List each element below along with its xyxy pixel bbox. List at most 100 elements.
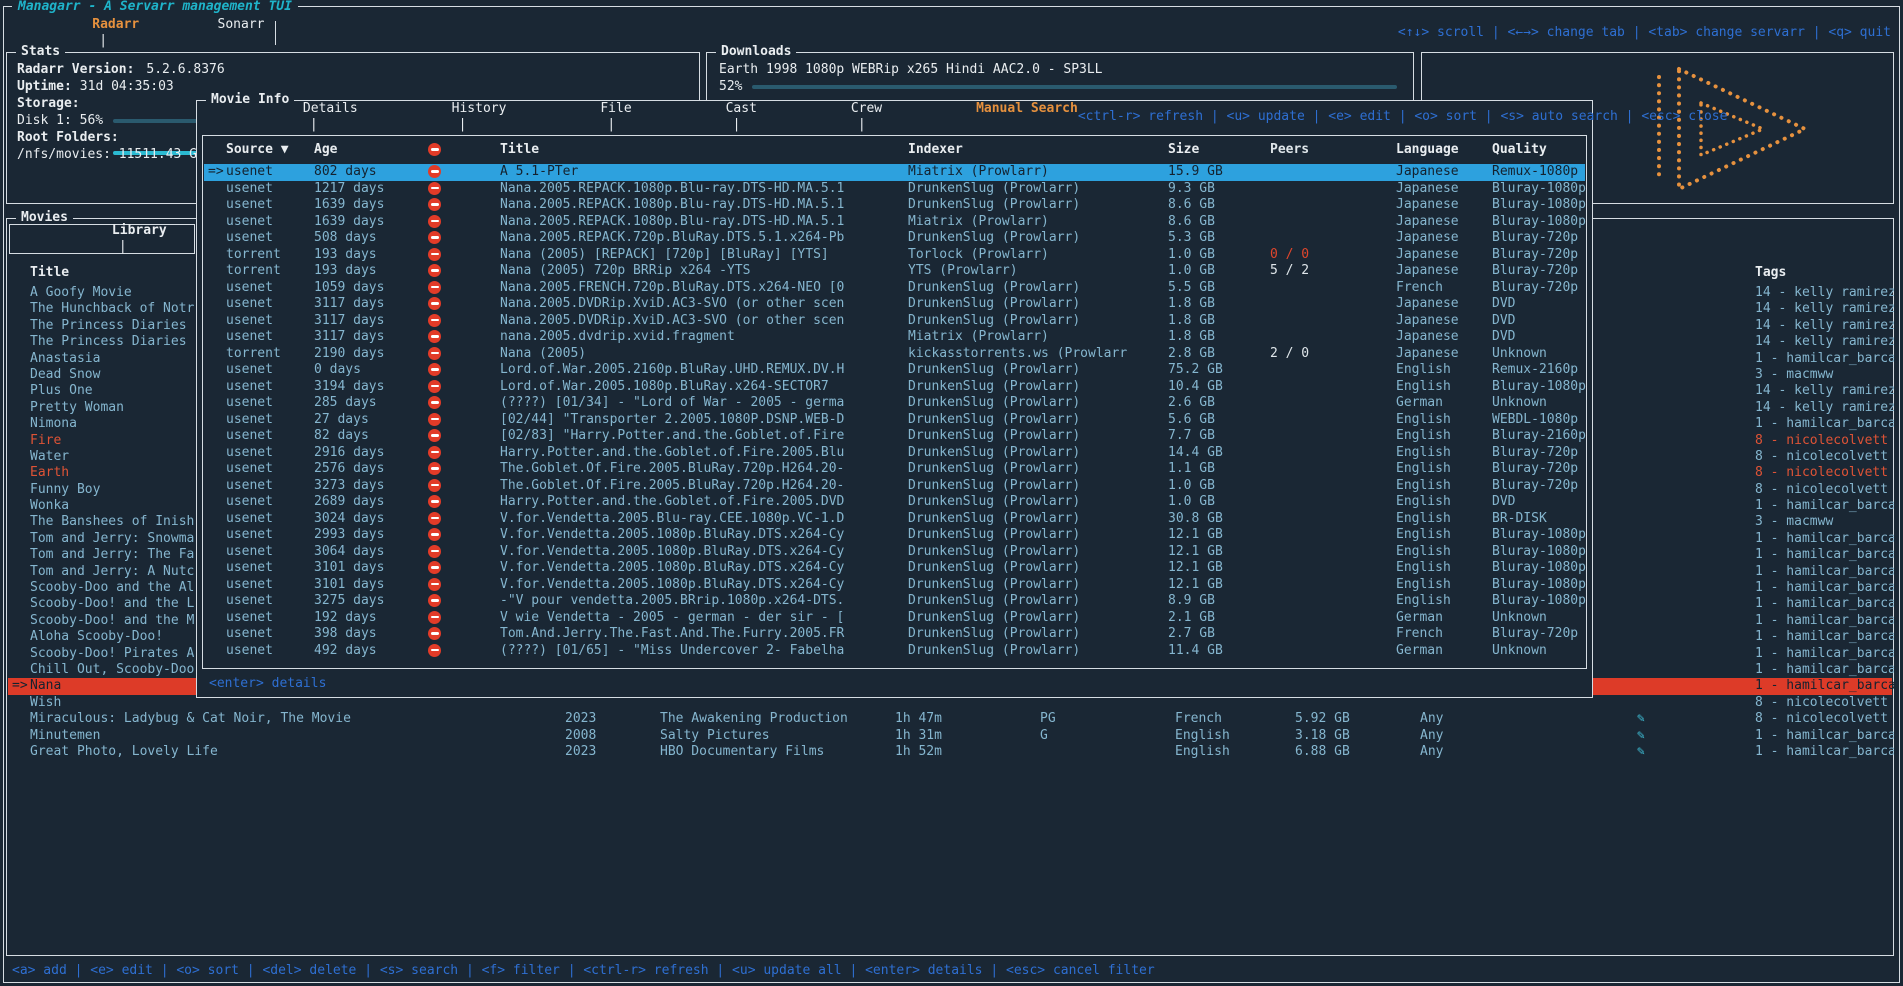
release-row[interactable]: torrent 193 days Nana (2005) 720p BRRip … (204, 263, 1585, 280)
release-language: Japanese (1396, 296, 1459, 312)
release-row[interactable]: usenet 1639 days Nana.2005.REPACK.1080p.… (204, 214, 1585, 231)
movie-tag: 1 - hamilcar_barca (1755, 646, 1894, 662)
release-row[interactable]: usenet 3275 days -"V pour vendetta.2005.… (204, 593, 1585, 610)
release-row[interactable]: torrent 2190 days Nana (2005) kickasstor… (204, 346, 1585, 363)
release-age: 2190 days (314, 346, 384, 362)
release-row[interactable]: usenet 3117 days Nana.2005.DVDRip.XviD.A… (204, 296, 1585, 313)
release-row[interactable]: usenet 3117 days nana.2005.dvdrip.xvid.f… (204, 329, 1585, 346)
column-header-rejected (428, 142, 441, 160)
release-row[interactable]: usenet 2916 days Harry.Potter.and.the.Go… (204, 445, 1585, 462)
reject-icon (428, 297, 441, 310)
column-header-size[interactable]: Size (1168, 142, 1199, 158)
release-age: 193 days (314, 263, 377, 279)
release-age: 82 days (314, 428, 369, 444)
column-header-source[interactable]: Source ▼ (226, 142, 289, 158)
release-indexer: DrunkenSlug (Prowlarr) (908, 527, 1164, 543)
release-rejected (428, 280, 441, 298)
release-age: 1059 days (314, 280, 384, 296)
column-header-language[interactable]: Language (1396, 142, 1459, 158)
release-size: 5.3 GB (1168, 230, 1215, 246)
column-header-age[interactable]: Age (314, 142, 337, 158)
release-indexer: Miatrix (Prowlarr) (908, 329, 1164, 345)
release-rejected (428, 197, 441, 215)
release-row[interactable]: usenet 1639 days Nana.2005.REPACK.1080p.… (204, 197, 1585, 214)
release-row[interactable]: => usenet 802 days A 5.1-PTer Miatrix (P… (204, 164, 1585, 181)
reject-icon (428, 330, 441, 343)
column-header-peers[interactable]: Peers (1270, 142, 1309, 158)
release-title: V.for.Vendetta.2005.1080p.BluRay.DTS.x26… (500, 560, 904, 576)
manual-search-header: Source ▼ Age Title Indexer Size Peers La… (204, 142, 1585, 162)
release-title: Nana.2005.REPACK.1080p.Blu-ray.DTS-HD.MA… (500, 214, 904, 230)
release-age: 3101 days (314, 560, 384, 576)
selection-marker: => (12, 678, 28, 694)
release-title: V.for.Vendetta.2005.1080p.BluRay.DTS.x26… (500, 527, 904, 543)
release-row[interactable]: usenet 398 days Tom.And.Jerry.The.Fast.A… (204, 626, 1585, 643)
release-source: usenet (226, 214, 273, 230)
release-language: English (1396, 577, 1451, 593)
release-row[interactable]: usenet 2576 days The.Goblet.Of.Fire.2005… (204, 461, 1585, 478)
release-age: 3064 days (314, 544, 384, 560)
release-language: English (1396, 362, 1451, 378)
release-row[interactable]: usenet 3194 days Lord.of.War.2005.1080p.… (204, 379, 1585, 396)
release-row[interactable]: usenet 27 days [02/44] "Transporter 2.20… (204, 412, 1585, 429)
release-row[interactable]: usenet 2993 days V.for.Vendetta.2005.108… (204, 527, 1585, 544)
release-size: 30.8 GB (1168, 511, 1223, 527)
reject-icon (428, 248, 441, 261)
movie-quality-profile: Any (1420, 711, 1443, 727)
release-quality: Bluray-1080p (1492, 544, 1588, 560)
release-age: 285 days (314, 395, 377, 411)
release-size: 7.7 GB (1168, 428, 1215, 444)
release-row[interactable]: usenet 82 days [02/83] "Harry.Potter.and… (204, 428, 1585, 445)
movie-row[interactable]: Minutemen 2008 Salty Pictures 1h 31m G E… (8, 728, 1892, 744)
release-row[interactable]: usenet 3024 days V.for.Vendetta.2005.Blu… (204, 511, 1585, 528)
release-row[interactable]: usenet 3101 days V.for.Vendetta.2005.108… (204, 560, 1585, 577)
release-rejected (428, 527, 441, 545)
release-rejected (428, 428, 441, 446)
release-row[interactable]: usenet 192 days V wie Vendetta - 2005 - … (204, 610, 1585, 627)
movie-language: French (1175, 711, 1222, 727)
release-source: usenet (226, 461, 273, 477)
movie-tag: 1 - hamilcar_barca (1755, 580, 1894, 596)
release-age: 2689 days (314, 494, 384, 510)
release-row[interactable]: usenet 285 days (????) [01/34] - "Lord o… (204, 395, 1585, 412)
tab-divider: | (858, 117, 866, 132)
release-row[interactable]: usenet 3101 days V.for.Vendetta.2005.108… (204, 577, 1585, 594)
release-row[interactable]: usenet 508 days Nana.2005.REPACK.720p.Bl… (204, 230, 1585, 247)
release-rejected (428, 610, 441, 628)
release-row[interactable]: usenet 2689 days Harry.Potter.and.the.Go… (204, 494, 1585, 511)
movie-row[interactable]: Miraculous: Ladybug & Cat Noir, The Movi… (8, 711, 1892, 727)
release-row[interactable]: usenet 3064 days V.for.Vendetta.2005.108… (204, 544, 1585, 561)
release-quality: Bluray-1080p (1492, 593, 1588, 609)
release-size: 1.0 GB (1168, 263, 1215, 279)
release-row[interactable]: usenet 3273 days The.Goblet.Of.Fire.2005… (204, 478, 1585, 495)
release-rejected (428, 346, 441, 364)
release-rejected (428, 181, 441, 199)
release-quality: WEBDL-1080p (1492, 412, 1588, 428)
column-header-indexer[interactable]: Indexer (908, 142, 1164, 158)
release-row[interactable]: usenet 492 days (????) [01/65] - "Miss U… (204, 643, 1585, 660)
release-language: English (1396, 445, 1451, 461)
library-tab[interactable]: Library | (18, 207, 167, 271)
movie-info-tab-label: Cast (726, 101, 757, 116)
movie-info-tab-label: Crew (851, 101, 882, 116)
column-header-release-title[interactable]: Title (500, 142, 904, 158)
release-row[interactable]: usenet 1217 days Nana.2005.REPACK.1080p.… (204, 181, 1585, 198)
release-age: 492 days (314, 643, 377, 659)
release-row[interactable]: torrent 193 days Nana (2005) [REPACK] [7… (204, 247, 1585, 264)
release-indexer: DrunkenSlug (Prowlarr) (908, 577, 1164, 593)
app-title: Managarr - A Servarr management TUI (12, 0, 298, 15)
movie-tag: 1 - hamilcar_barca (1755, 547, 1894, 563)
release-rejected (428, 230, 441, 248)
downloads-panel-title: Downloads (716, 44, 796, 60)
column-header-quality[interactable]: Quality (1492, 142, 1588, 158)
release-row[interactable]: usenet 3117 days Nana.2005.DVDRip.XviD.A… (204, 313, 1585, 330)
release-age: 508 days (314, 230, 377, 246)
release-age: 3117 days (314, 296, 384, 312)
movie-tag: 1 - hamilcar_barca (1755, 744, 1894, 760)
reject-icon (428, 264, 441, 277)
release-row[interactable]: usenet 1059 days Nana.2005.FRENCH.720p.B… (204, 280, 1585, 297)
movie-tag: 1 - hamilcar_barca (1755, 613, 1894, 629)
release-source: usenet (226, 412, 273, 428)
movie-row[interactable]: Great Photo, Lovely Life 2023 HBO Docume… (8, 744, 1892, 760)
release-row[interactable]: usenet 0 days Lord.of.War.2005.2160p.Blu… (204, 362, 1585, 379)
